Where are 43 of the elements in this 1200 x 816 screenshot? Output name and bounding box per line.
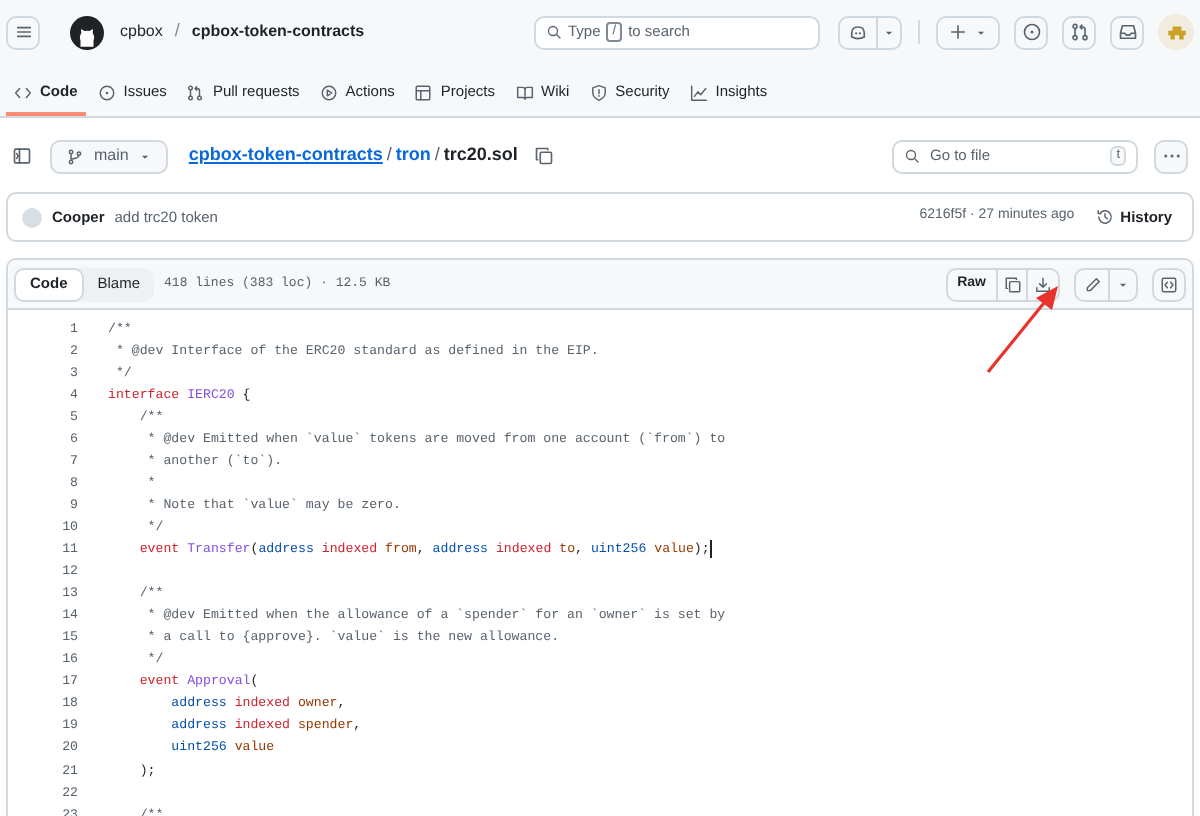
inbox-button[interactable]	[1110, 15, 1144, 49]
graph-icon	[689, 83, 708, 101]
create-new-button[interactable]	[936, 15, 1000, 49]
path-separator: /	[174, 18, 180, 45]
path-separator: /	[386, 142, 392, 169]
inbox-icon	[1117, 22, 1137, 42]
play-icon	[319, 83, 338, 101]
branch-icon	[66, 147, 84, 165]
plus-icon	[948, 22, 968, 42]
pull-requests-button[interactable]	[1062, 15, 1096, 49]
issue-icon	[97, 83, 116, 101]
path-link[interactable]: cpbox-token-contracts	[188, 142, 383, 170]
code-icon	[14, 83, 32, 101]
owner-link[interactable]: cpbox	[120, 20, 163, 44]
copy-icon	[1003, 275, 1021, 293]
history-icon	[1096, 208, 1115, 226]
robot-icon	[848, 22, 868, 42]
issue-icon	[1021, 22, 1041, 42]
file-name: trc20.sol	[443, 142, 518, 169]
branch-button[interactable]: main	[50, 139, 169, 173]
avatar-icon	[22, 207, 42, 227]
octocat-logo-icon[interactable]	[70, 15, 104, 49]
repo-link[interactable]: cpbox-token-contracts	[191, 20, 365, 44]
copy-icon	[533, 146, 554, 166]
sidebar-toggle-button[interactable]	[12, 144, 36, 168]
path-link[interactable]: tron	[395, 142, 431, 170]
issues-button[interactable]	[1014, 15, 1048, 49]
download-icon	[1034, 275, 1052, 293]
search-icon	[546, 24, 562, 40]
copy-path-button[interactable]	[533, 146, 554, 166]
path-separator: /	[434, 142, 440, 169]
pull-request-icon	[1069, 22, 1089, 42]
book-icon	[515, 83, 533, 101]
symbols-button[interactable]	[1152, 267, 1186, 301]
shield-icon	[589, 83, 608, 101]
table-icon	[414, 83, 433, 101]
pull-request-icon	[186, 83, 205, 101]
sidebar-icon	[12, 146, 32, 166]
menu-icon	[13, 22, 33, 42]
pencil-icon	[1083, 275, 1101, 293]
code-icon	[1160, 275, 1178, 293]
menu-button[interactable]	[6, 15, 40, 49]
search-icon	[904, 148, 920, 164]
